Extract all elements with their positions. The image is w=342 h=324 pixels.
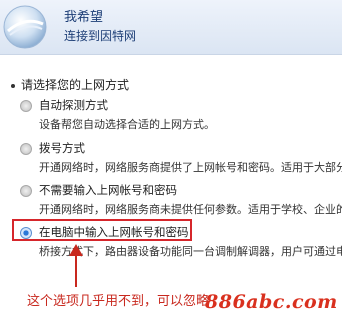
option-label: 在电脑中输入上网帐号和密码	[39, 225, 189, 239]
section-title: 请选择您的上网方式	[11, 76, 129, 93]
radio-pc-account[interactable]	[20, 227, 32, 239]
header-title: 我希望	[64, 10, 104, 25]
option-description: 设备帮您自动选择合适的上网方式。	[39, 118, 215, 131]
radio-dialup[interactable]	[20, 143, 32, 155]
option-label: 不需要输入上网帐号和密码	[39, 183, 177, 197]
option-description: 开通网络时，网络服务商提供了上网帐号和密码。适用于大部分	[39, 161, 342, 174]
section-title-text: 请选择您的上网方式	[21, 78, 130, 92]
annotation-text: 这个选项几乎用不到，可以忽略	[27, 294, 210, 309]
globe-logo-icon	[3, 5, 47, 49]
option-description: 桥接方式下，路由器设备功能同一台调制解调器，用户可通过电	[39, 245, 342, 258]
wizard-header: 我希望 连接到因特网	[0, 0, 342, 55]
bullet-icon	[11, 83, 15, 88]
header-subtitle: 连接到因特网	[64, 29, 137, 43]
radio-no-account[interactable]	[20, 185, 32, 197]
option-label: 拨号方式	[39, 141, 85, 155]
option-description: 开通网络时，网络服务商未提供任何参数。适用于学校、企业的	[39, 203, 342, 216]
option-label: 自动探测方式	[39, 98, 108, 112]
watermark: 886abc.com	[205, 291, 338, 313]
radio-auto-detect[interactable]	[20, 100, 32, 112]
